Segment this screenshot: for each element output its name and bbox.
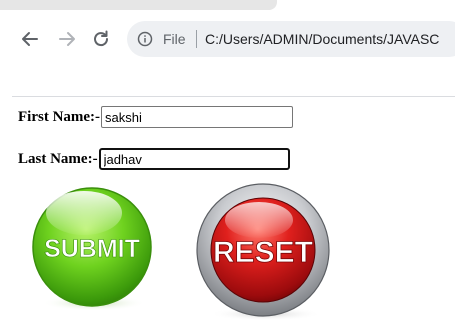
reset-button-graphic: RESET [196,183,330,321]
url-text[interactable]: C:/Users/ADMIN/Documents/JAVASC [205,30,439,48]
arrow-right-icon [59,32,75,46]
first-name-label: First Name:- [18,108,101,125]
submit-button-label: SUBMIT [44,235,140,263]
toolbar-divider [12,96,455,97]
tab-strip [0,0,277,10]
forward-button[interactable] [55,27,79,51]
arrow-left-icon [22,32,38,46]
last-name-label: Last Name:- [18,150,98,167]
back-button[interactable] [18,27,42,51]
reset-button[interactable]: RESET [190,182,340,322]
reset-button-label: RESET [213,236,313,269]
first-name-row: First Name:- [18,106,294,128]
scheme-label: File [163,31,186,47]
browser-toolbar: File C:/Users/ADMIN/Documents/JAVASC [0,10,455,70]
last-name-row: Last Name:- [18,148,290,170]
address-separator [196,30,197,48]
info-circle-icon[interactable] [137,31,153,47]
reload-button[interactable] [89,27,113,51]
submit-button-graphic: SUBMIT [32,187,152,311]
reload-icon [94,30,109,47]
browser-window: File C:/Users/ADMIN/Documents/JAVASC Fir… [0,0,455,327]
address-bar[interactable]: File C:/Users/ADMIN/Documents/JAVASC [127,21,455,57]
first-name-input[interactable] [101,106,294,128]
submit-button[interactable]: SUBMIT [28,183,158,313]
last-name-input[interactable] [98,148,290,170]
